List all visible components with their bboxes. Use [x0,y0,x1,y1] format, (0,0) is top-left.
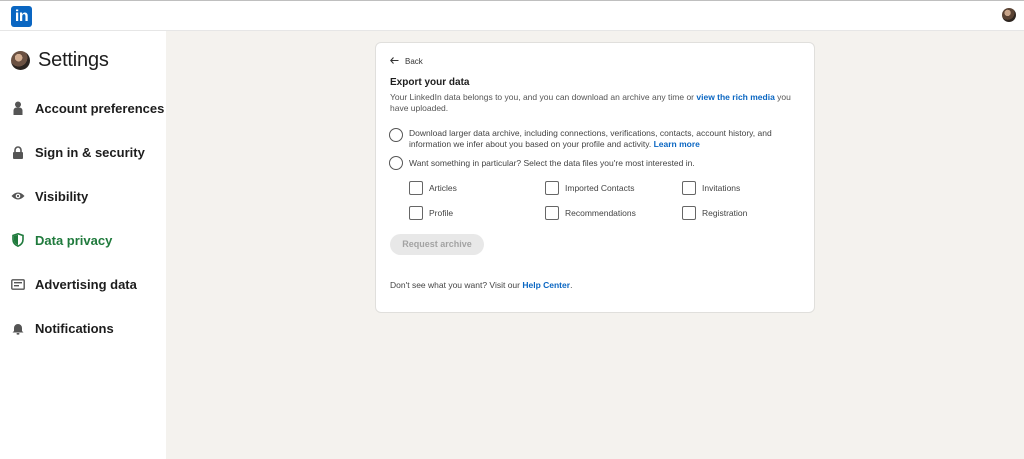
sidebar-item-label: Visibility [35,188,89,204]
checkbox[interactable] [545,181,559,195]
checkbox[interactable] [409,181,423,195]
learn-more-link[interactable]: Learn more [654,139,700,149]
checkbox-label: Recommendations [565,208,636,218]
checkbox-label: Articles [429,183,457,193]
sidebar-item-account-preferences[interactable]: Account preferences [11,98,164,118]
checkbox-label: Invitations [702,183,741,193]
checkbox-imported-contacts[interactable]: Imported Contacts [545,181,634,195]
checkbox-recommendations[interactable]: Recommendations [545,206,636,220]
eye-icon [11,189,25,203]
checkbox[interactable] [682,181,696,195]
arrow-left-icon [390,57,399,66]
settings-sidebar: Settings Account preferences Sign in & s… [0,31,166,459]
linkedin-logo[interactable]: in [11,6,32,27]
settings-header: Settings [11,49,109,72]
full-archive-text: Download larger data archive, including … [409,128,799,150]
settings-avatar [11,51,30,70]
specific-files-option[interactable]: Want something in particular? Select the… [389,156,799,170]
option-text: Download larger data archive, including … [409,128,772,149]
back-button[interactable]: Back [390,57,423,66]
lock-icon [11,145,25,159]
sidebar-item-label: Account preferences [35,100,165,116]
sidebar-item-notifications[interactable]: Notifications [11,318,114,338]
sidebar-item-label: Notifications [35,320,114,336]
checkbox-label: Imported Contacts [565,183,635,193]
ad-card-icon [11,277,25,291]
bell-icon [11,321,25,335]
full-archive-option[interactable]: Download larger data archive, including … [389,128,799,150]
checkbox[interactable] [409,206,423,220]
sidebar-item-label: Advertising data [35,276,137,292]
page-title: Export your data [390,77,470,88]
full-archive-radio[interactable] [389,128,403,142]
export-description: Your LinkedIn data belongs to you, and y… [390,92,800,114]
footer-text-end: . [570,280,573,290]
profile-avatar[interactable] [1002,8,1016,22]
person-icon [11,101,25,115]
checkbox-label: Profile [429,208,454,218]
checkbox-registration[interactable]: Registration [682,206,747,220]
checkbox-profile[interactable]: Profile [409,206,453,220]
shield-icon [11,233,25,247]
specific-files-text: Want something in particular? Select the… [409,158,695,168]
back-label: Back [405,57,423,66]
help-footer: Don't see what you want? Visit our Help … [390,280,572,290]
sidebar-item-label: Sign in & security [35,144,145,160]
view-rich-media-link[interactable]: view the rich media [696,92,774,102]
top-navigation-bar: in [0,0,1024,31]
checkbox[interactable] [682,206,696,220]
request-archive-button[interactable]: Request archive [390,234,484,255]
settings-title: Settings [38,49,109,71]
sidebar-item-advertising-data[interactable]: Advertising data [11,274,137,294]
sidebar-item-visibility[interactable]: Visibility [11,186,88,206]
checkbox-articles[interactable]: Articles [409,181,457,195]
sidebar-item-data-privacy[interactable]: Data privacy [11,230,112,250]
sidebar-item-sign-in-security[interactable]: Sign in & security [11,142,145,162]
specific-files-radio[interactable] [389,156,403,170]
checkbox-label: Registration [702,208,748,218]
checkbox-invitations[interactable]: Invitations [682,181,740,195]
checkbox[interactable] [545,206,559,220]
description-text: Your LinkedIn data belongs to you, and y… [390,92,697,102]
sidebar-item-label: Data privacy [35,232,113,248]
footer-text: Don't see what you want? Visit our [390,280,523,290]
export-data-card: Back Export your data Your LinkedIn data… [375,42,815,313]
help-center-link[interactable]: Help Center [522,280,570,290]
